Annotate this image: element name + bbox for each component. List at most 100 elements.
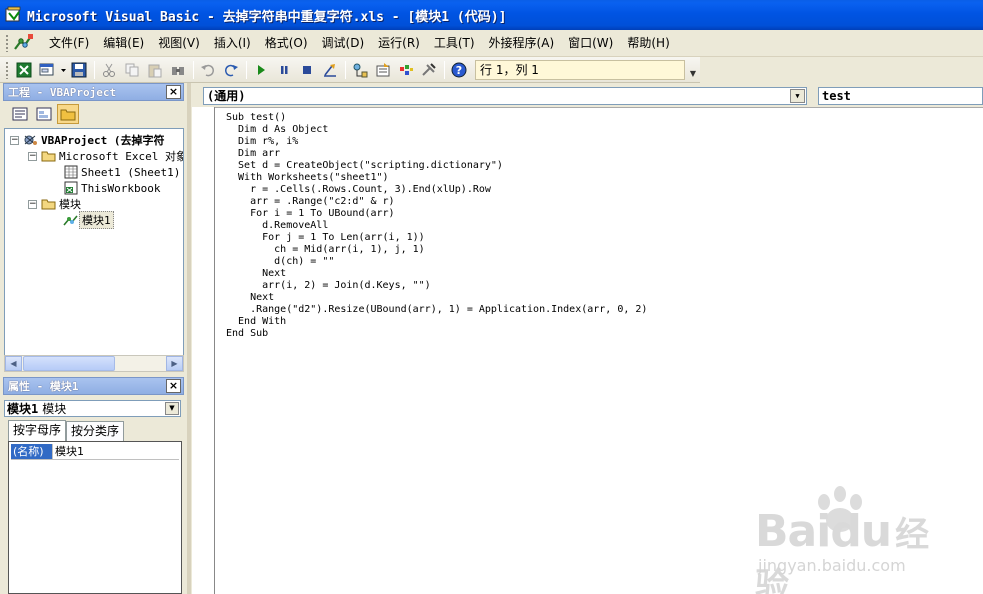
code-line[interactable]: End With — [226, 316, 647, 328]
tree-label: 模块 — [59, 198, 81, 211]
menu-tools[interactable]: 工具(T) — [427, 33, 482, 53]
close-properties-panel-icon[interactable]: × — [166, 379, 181, 393]
tree-node-vbaproject[interactable]: − VBAProject (去掉字符 — [10, 132, 166, 148]
code-line[interactable]: Dim arr — [226, 148, 647, 160]
project-panel-title-text: 工程 - VBAProject — [8, 86, 117, 99]
code-line[interactable]: .Range("d2").Resize(UBound(arr), 1) = Ap… — [226, 304, 647, 316]
menu-run[interactable]: 运行(R) — [371, 33, 427, 53]
standard-toolbar: ? 行 1，列 1 ▼ — [0, 57, 700, 83]
code-line[interactable]: r = .Cells(.Rows.Count, 3).End(xlUp).Row — [226, 184, 647, 196]
code-line[interactable]: With Worksheets("sheet1") — [226, 172, 647, 184]
tab-categorized[interactable]: 按分类序 — [66, 421, 125, 441]
project-tree-hscrollbar[interactable]: ◀ ▶ — [4, 355, 184, 372]
tree-node-thisworkbook[interactable]: ThisWorkbook — [63, 180, 162, 196]
code-line[interactable]: Next — [226, 268, 647, 280]
tree-node-module1[interactable]: 模块1 — [63, 211, 114, 229]
code-line[interactable]: arr(i, 2) = Join(d.Keys, "") — [226, 280, 647, 292]
property-row[interactable]: (名称) 模块1 — [11, 444, 179, 460]
tree-node-excel-objects[interactable]: − Microsoft Excel 对象 — [28, 148, 184, 164]
code-line[interactable]: Dim d As Object — [226, 124, 647, 136]
scroll-right-icon[interactable]: ▶ — [166, 356, 183, 371]
break-icon[interactable] — [273, 59, 295, 81]
toolbar-options-icon[interactable]: ▼ — [690, 69, 696, 78]
vb-menu-icon[interactable] — [12, 33, 34, 53]
view-object-icon[interactable] — [33, 104, 55, 124]
menu-addins[interactable]: 外接程序(A) — [482, 33, 562, 53]
menubar-grip[interactable] — [5, 34, 9, 52]
toolbar-grip[interactable] — [5, 60, 9, 79]
help-icon[interactable]: ? — [448, 59, 470, 81]
save-icon[interactable] — [68, 59, 90, 81]
cut-icon[interactable] — [98, 59, 120, 81]
tree-node-modules[interactable]: − 模块 — [28, 196, 83, 212]
paste-icon[interactable] — [144, 59, 166, 81]
toolbar-separator — [345, 60, 346, 79]
tree-collapse-toggle[interactable]: − — [28, 151, 37, 161]
menu-view[interactable]: 视图(V) — [151, 33, 207, 53]
run-icon[interactable] — [250, 59, 272, 81]
watermark-logo: Baidu 经验 — [755, 506, 950, 594]
code-line[interactable]: For j = 1 To Len(arr(i, 1)) — [226, 232, 647, 244]
code-line[interactable]: arr = .Range("c2:d" & r) — [226, 196, 647, 208]
tab-alphabetic[interactable]: 按字母序 — [8, 420, 67, 441]
tree-label: VBAProject (去掉字符 — [41, 134, 165, 147]
code-line[interactable]: ch = Mid(arr(i, 1), j, 1) — [226, 244, 647, 256]
insert-userform-icon[interactable] — [36, 59, 58, 81]
object-combo[interactable]: (通用) ▼ — [203, 87, 807, 105]
project-explorer-icon[interactable] — [349, 59, 371, 81]
view-code-icon[interactable] — [9, 104, 31, 124]
menu-help[interactable]: 帮助(H) — [620, 33, 676, 53]
menu-format[interactable]: 格式(O) — [258, 33, 315, 53]
menu-edit[interactable]: 编辑(E) — [96, 33, 151, 53]
dropdown-arrow-icon[interactable] — [59, 59, 67, 81]
properties-grid: (名称) 模块1 — [8, 441, 182, 594]
menu-window[interactable]: 窗口(W) — [561, 33, 620, 53]
vertical-splitter[interactable] — [187, 83, 191, 594]
reset-icon[interactable] — [296, 59, 318, 81]
properties-window-icon[interactable] — [372, 59, 394, 81]
view-excel-icon[interactable] — [13, 59, 35, 81]
find-icon[interactable] — [167, 59, 189, 81]
design-mode-icon[interactable] — [319, 59, 341, 81]
redo-icon[interactable] — [220, 59, 242, 81]
chevron-down-icon[interactable]: ▼ — [790, 89, 805, 103]
menu-file[interactable]: 文件(F) — [42, 33, 96, 53]
workbook-icon — [64, 181, 78, 195]
code-line[interactable]: Next — [226, 292, 647, 304]
toolbox-icon[interactable] — [418, 59, 440, 81]
object-browser-icon[interactable] — [395, 59, 417, 81]
tree-collapse-toggle[interactable]: − — [10, 135, 19, 145]
chevron-down-icon[interactable]: ▼ — [165, 402, 179, 415]
code-line[interactable]: d.RemoveAll — [226, 220, 647, 232]
window-title: Microsoft Visual Basic - 去掉字符串中重复字符.xls … — [27, 9, 507, 25]
tree-label: Microsoft Excel 对象 — [59, 150, 184, 163]
toolbar-separator — [444, 60, 445, 79]
object-selector[interactable]: 模块1 模块 ▼ — [4, 400, 181, 417]
tree-node-sheet1[interactable]: Sheet1 (Sheet1) — [63, 164, 182, 180]
menu-insert[interactable]: 插入(I) — [207, 33, 258, 53]
baidu-jingyan-watermark: Baidu 经验 jingyan.baidu.com — [750, 486, 950, 594]
undo-icon[interactable] — [197, 59, 219, 81]
code-line[interactable]: Sub test() — [226, 112, 647, 124]
scrollbar-thumb[interactable] — [23, 356, 115, 371]
copy-icon[interactable] — [121, 59, 143, 81]
code-margin-indicator-bar[interactable] — [192, 107, 215, 594]
svg-text:?: ? — [456, 64, 462, 77]
vb-app-icon[interactable] — [5, 6, 23, 24]
procedure-combo[interactable]: test — [818, 87, 983, 105]
close-project-panel-icon[interactable]: × — [166, 85, 181, 99]
code-line[interactable]: Set d = CreateObject("scripting.dictiona… — [226, 160, 647, 172]
code-line[interactable]: For i = 1 To UBound(arr) — [226, 208, 647, 220]
code-line[interactable]: d(ch) = "" — [226, 256, 647, 268]
menu-debug[interactable]: 调试(D) — [315, 33, 372, 53]
vbaproject-icon — [24, 135, 37, 145]
properties-panel-title-text: 属性 - 模块1 — [8, 380, 79, 393]
code-line[interactable]: End Sub — [226, 328, 647, 340]
toggle-folders-icon[interactable] — [57, 104, 79, 124]
property-value[interactable]: 模块1 — [52, 444, 179, 459]
code-text[interactable]: Sub test() Dim d As Object Dim r%, i% Di… — [226, 112, 647, 340]
object-type: 模块 — [42, 402, 67, 416]
scroll-left-icon[interactable]: ◀ — [5, 356, 22, 371]
code-line[interactable]: Dim r%, i% — [226, 136, 647, 148]
tree-collapse-toggle[interactable]: − — [28, 199, 37, 209]
